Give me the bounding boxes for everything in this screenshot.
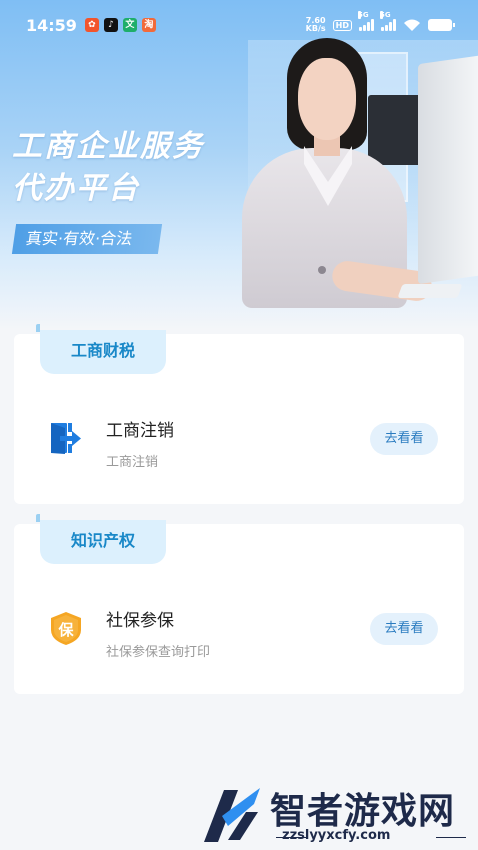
section-tab-label: 工商财税 <box>36 324 166 374</box>
woman-photo <box>232 38 434 308</box>
hero-title-line-1: 工商企业服务 <box>12 129 204 164</box>
go-see-button[interactable]: 去看看 <box>370 423 438 455</box>
status-bar: 14:59 ✿ ♪ 文 淘 7.60 KB/s HD 5G 5G <box>0 0 478 50</box>
shield-glyph: 保 <box>57 621 74 639</box>
keyboard-image <box>397 284 463 298</box>
signal-icon: 5G <box>358 11 374 31</box>
status-time: 14:59 <box>26 15 77 35</box>
signal-icon: 5G <box>380 11 396 31</box>
app-notification-icon: ✿ <box>84 18 99 32</box>
item-subtitle: 工商注销 <box>106 455 159 470</box>
watermark-logo-icon <box>204 788 260 842</box>
hero-title-line-2: 代办平台 <box>12 171 140 206</box>
section-card-intellectual-property: 知识产权 保 社保参保 社保参保查询打印 去看看 <box>14 514 464 694</box>
item-title: 社保参保 <box>106 611 174 631</box>
shield-bao-icon: 保 <box>51 612 81 645</box>
hero-tagline: 真实·有效·合法 <box>11 224 163 254</box>
computer-image <box>418 55 478 285</box>
tiktok-notification-icon: ♪ <box>103 18 118 32</box>
section-tab-label: 知识产权 <box>36 514 166 564</box>
section-card-business-tax: 工商财税 工商注销 工商注销 去看看 <box>14 324 464 504</box>
wifi-icon <box>404 19 420 31</box>
battery-icon <box>428 19 455 31</box>
status-indicators: 7.60 KB/s HD 5G 5G <box>305 11 455 33</box>
network-speed: 7.60 KB/s <box>305 16 326 33</box>
hd-icon: HD <box>332 19 352 31</box>
go-see-button[interactable]: 去看看 <box>370 613 438 645</box>
watermark: 智者游戏网 zzslyyxcfy.com <box>198 782 478 850</box>
watermark-name: 智者游戏网 <box>270 791 456 832</box>
exit-door-icon <box>51 423 81 454</box>
watermark-url: zzslyyxcfy.com <box>282 828 391 843</box>
hero-title: 工商企业服务 代办平台 <box>12 126 204 210</box>
app-notification-icon: 淘 <box>141 18 156 32</box>
item-title: 工商注销 <box>106 421 174 441</box>
item-subtitle: 社保参保查询打印 <box>106 645 211 660</box>
app-notification-icon: 文 <box>122 18 137 32</box>
